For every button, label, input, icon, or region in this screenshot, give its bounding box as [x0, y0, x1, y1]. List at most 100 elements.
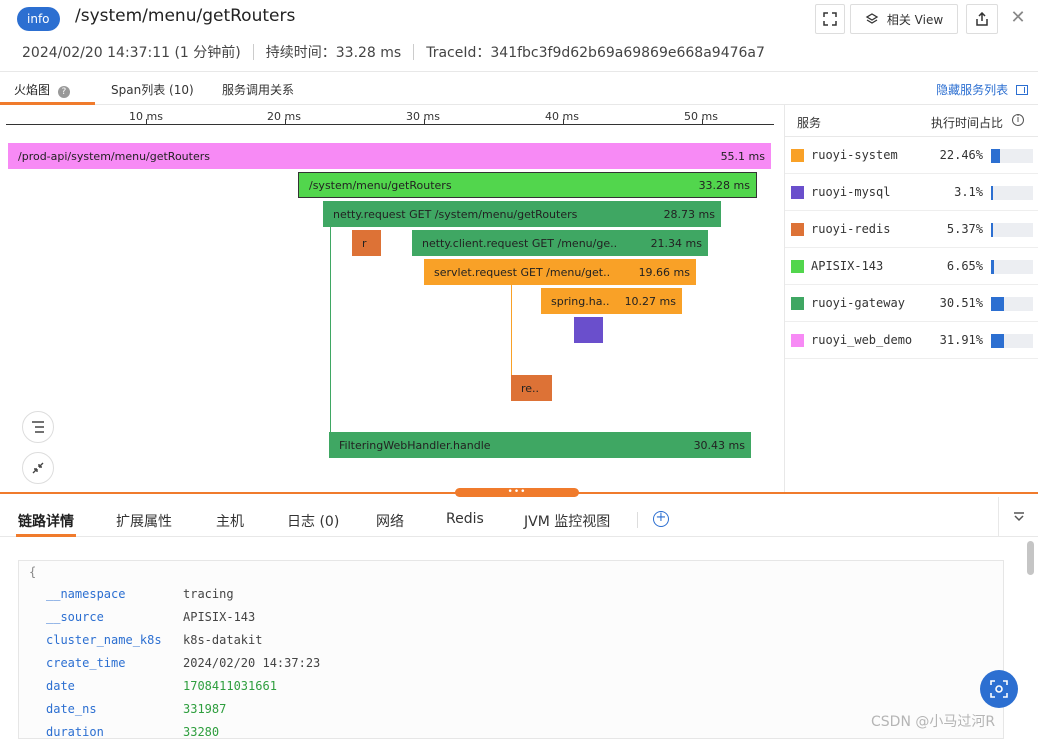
tab-flame-graph[interactable]: 火焰图 ? [14, 81, 70, 98]
tab-jvm-monitor[interactable]: JVM 监控视图 [524, 511, 610, 531]
service-percent: 31.91% [939, 333, 983, 347]
trace-meta: 2024/02/20 14:37:11 (1 分钟前) 持续时间：33.28 m… [22, 42, 765, 62]
span-label: /prod-api/system/menu/getRouters [18, 149, 210, 163]
ratio-column-header: 执行时间占比 [931, 116, 1004, 130]
flame-span[interactable]: re.. [511, 375, 552, 401]
trace-header: info /system/menu/getRouters 2024/02/20 … [0, 0, 1038, 72]
service-row[interactable]: ruoyi-mysql 3.1% [785, 174, 1038, 211]
span-duration: 55.1 ms [720, 149, 765, 163]
service-color-swatch [791, 186, 804, 199]
shrink-icon [32, 462, 44, 474]
help-icon[interactable]: ? [57, 86, 70, 98]
related-view-label: 相关 View [886, 12, 944, 27]
service-row[interactable]: ruoyi-system 22.46% [785, 137, 1038, 174]
hide-service-list-label: 隐藏服务列表 [936, 83, 1009, 97]
collapse-view-button[interactable] [22, 452, 54, 484]
tab-service-relations[interactable]: 服务调用关系 [222, 81, 294, 98]
tab-network[interactable]: 网络 [376, 511, 404, 531]
tab-label: 火焰图 [14, 83, 51, 97]
json-key: cluster_name_k8s [46, 633, 162, 647]
service-color-swatch [791, 334, 804, 347]
tab-trace-detail[interactable]: 链路详情 [18, 511, 74, 531]
service-name: ruoyi-redis [811, 222, 891, 236]
span-label: re.. [521, 381, 540, 395]
collapse-panel-button[interactable] [998, 497, 1038, 537]
json-key: date [46, 679, 75, 693]
flame-span[interactable]: /prod-api/system/menu/getRouters 55.1 ms [8, 143, 771, 169]
service-name: ruoyi_web_demo [811, 333, 913, 347]
json-value: 1708411031661 [183, 679, 277, 693]
tab-logs[interactable]: 日志 (0) [287, 511, 339, 531]
span-duration: 33.28 ms [698, 178, 750, 192]
tab-extended-attributes[interactable]: 扩展属性 [116, 511, 172, 531]
flame-span[interactable]: netty.request GET /system/menu/getRouter… [323, 201, 721, 227]
json-field: duration 33280 [19, 725, 999, 739]
json-field: cluster_name_k8s k8s-datakit [19, 633, 999, 653]
service-color-swatch [791, 297, 804, 310]
flame-span[interactable]: FilteringWebHandler.handle 30.43 ms [329, 432, 751, 458]
screenshot-button[interactable] [980, 670, 1018, 708]
tab-redis[interactable]: Redis [446, 511, 484, 527]
tab-host[interactable]: 主机 [216, 511, 244, 531]
active-tab-indicator [16, 534, 76, 537]
service-row[interactable]: ruoyi-gateway 30.51% [785, 285, 1038, 322]
service-row[interactable]: APISIX-143 6.65% [785, 248, 1038, 285]
list-icon [32, 421, 44, 433]
service-list-panel: 服务 执行时间占比 i ruoyi-system 22.46% ruoyi-my… [784, 105, 1038, 492]
trace-time: 2024/02/20 14:37:11 (1 分钟前) [22, 45, 241, 61]
span-connector [330, 226, 331, 458]
expand-icon [823, 12, 837, 26]
tab-span-list[interactable]: Span列表 (10) [111, 81, 194, 98]
service-list-header: 服务 执行时间占比 i [785, 105, 1038, 137]
json-value: 33280 [183, 725, 220, 739]
service-name: ruoyi-mysql [811, 185, 891, 199]
service-percent: 6.65% [946, 259, 983, 273]
hide-service-list-link[interactable]: 隐藏服务列表 [936, 81, 1028, 98]
panel-toggle-icon [1016, 85, 1028, 95]
list-view-button[interactable] [22, 411, 54, 443]
detail-tabs: 链路详情 扩展属性 主机 日志 (0) 网络 Redis JVM 监控视图 + [0, 497, 1038, 537]
span-label: /system/menu/getRouters [309, 178, 452, 192]
axis-tick [702, 119, 703, 125]
status-badge: info [17, 7, 60, 31]
service-row[interactable]: ruoyi_web_demo 31.91% [785, 322, 1038, 359]
resize-handle[interactable]: ••• [455, 488, 579, 497]
service-ratio-bar [991, 186, 1033, 200]
flame-span[interactable] [574, 317, 603, 343]
info-icon[interactable]: i [1012, 114, 1024, 126]
time-axis [6, 124, 774, 125]
service-percent: 3.1% [954, 185, 983, 199]
span-label: netty.client.request GET /menu/ge.. [422, 236, 618, 250]
service-percent: 5.37% [946, 222, 983, 236]
flame-span[interactable]: r [352, 230, 381, 256]
add-tab-icon[interactable]: + [653, 511, 669, 527]
watermark: CSDN @小马过河R [871, 714, 996, 730]
share-icon [976, 12, 988, 26]
span-duration: 28.73 ms [663, 207, 715, 221]
close-icon[interactable]: ✕ [1008, 8, 1028, 28]
service-row[interactable]: ruoyi-redis 5.37% [785, 211, 1038, 248]
json-value: 331987 [183, 702, 227, 716]
service-ratio-bar [991, 297, 1033, 311]
json-value: 2024/02/20 14:37:23 [183, 656, 321, 670]
service-ratio-fill [991, 297, 1004, 311]
scrollbar-thumb[interactable] [1027, 541, 1034, 575]
json-key: create_time [46, 656, 126, 670]
related-view-button[interactable]: 相关 View [850, 4, 958, 34]
json-value: k8s-datakit [183, 633, 263, 647]
share-button[interactable] [966, 4, 998, 34]
fullscreen-button[interactable] [815, 4, 845, 34]
axis-tick [424, 119, 425, 125]
json-key: date_ns [46, 702, 97, 716]
flame-span[interactable]: spring.ha.. 10.27 ms [541, 288, 682, 314]
axis-tick-label: 50 ms [684, 110, 718, 123]
span-label: r [362, 236, 367, 250]
flame-span[interactable]: netty.client.request GET /menu/ge.. 21.3… [412, 230, 708, 256]
collapse-down-icon [1013, 512, 1024, 522]
trace-duration: 持续时间：33.28 ms [265, 45, 402, 61]
trace-detail-json: { __namespace tracing __source APISIX-14… [18, 560, 1004, 739]
flame-span-selected[interactable]: /system/menu/getRouters 33.28 ms [298, 172, 757, 198]
flame-span[interactable]: servlet.request GET /menu/get.. 19.66 ms [424, 259, 696, 285]
axis-tick-label: 30 ms [406, 110, 440, 123]
axis-tick-label: 20 ms [267, 110, 301, 123]
